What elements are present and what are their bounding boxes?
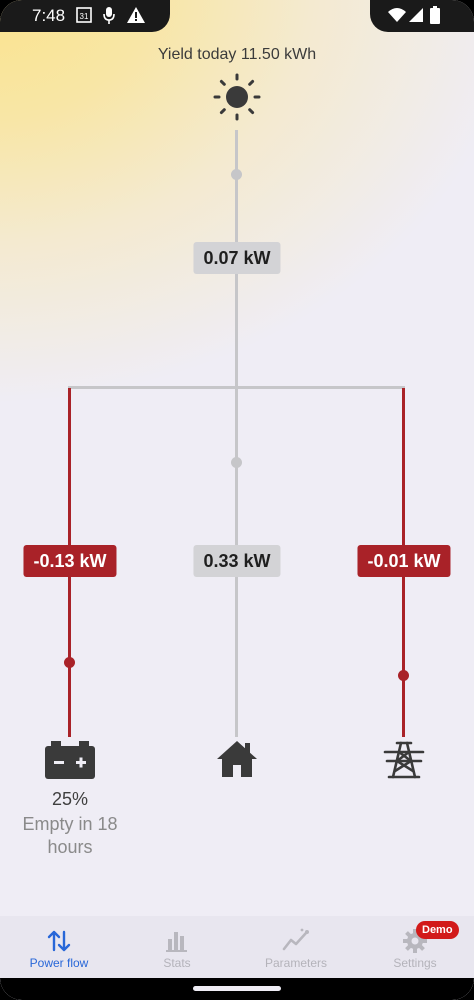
grid-power-value: -0.01 kW: [357, 545, 451, 577]
solar-flow-dot: [231, 169, 242, 180]
sun-icon: [213, 73, 261, 126]
battery-power-value: -0.13 kW: [23, 545, 117, 577]
app-screen: 7:48 31 Yield today 11.50 kWh 0.07 kW -0…: [0, 0, 474, 1000]
battery-flow-dot: [64, 657, 75, 668]
battery-empty-time: Empty in 18 hours: [22, 814, 118, 857]
demo-badge: Demo: [416, 921, 459, 939]
nav-stats-label: Stats: [163, 956, 191, 970]
nav-power-flow-label: Power flow: [29, 956, 89, 970]
battery-percent: 25%: [51, 789, 89, 809]
house-icon: [217, 741, 257, 782]
solar-power-value: 0.07 kW: [193, 242, 281, 274]
trend-line-icon: [281, 926, 311, 956]
power-flow-diagram: Yield today 11.50 kWh 0.07 kW -0.13 kW 0…: [0, 0, 474, 900]
bar-chart-icon: [162, 926, 192, 956]
nav-settings-label: Settings: [393, 956, 437, 970]
nav-parameters[interactable]: Parameters: [237, 916, 355, 978]
nav-parameters-label: Parameters: [264, 956, 328, 970]
home-flow-dot: [231, 457, 242, 468]
home-indicator[interactable]: [193, 986, 281, 991]
battery-icon: [45, 741, 95, 784]
power-pylon-icon: [383, 741, 425, 784]
nav-stats[interactable]: Stats: [118, 916, 236, 978]
nav-power-flow[interactable]: Power flow: [0, 916, 118, 978]
yield-today-label: Yield today 11.50 kWh: [157, 46, 317, 63]
grid-flow-dot: [398, 670, 409, 681]
arrows-updown-icon: [44, 926, 74, 956]
home-power-value: 0.33 kW: [193, 545, 281, 577]
